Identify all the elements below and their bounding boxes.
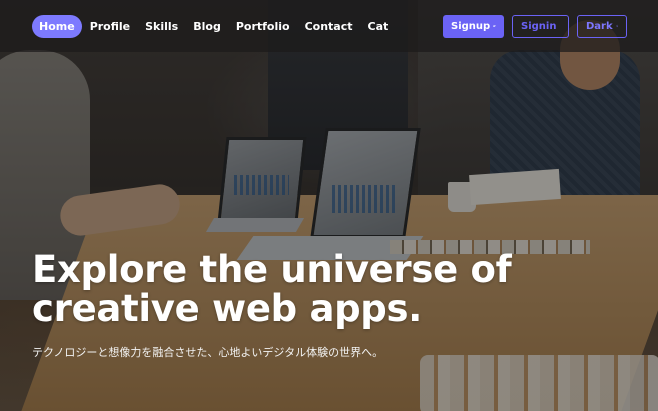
nav-item-home[interactable]: Home [32,14,82,38]
sign-in-icon [559,25,560,27]
nav-item-portfolio[interactable]: Portfolio [229,15,297,38]
nav-item-contact[interactable]: Contact [298,15,360,38]
nav-item-blog[interactable]: Blog [186,15,228,38]
signup-label: Signup [451,20,491,32]
moon-icon [615,24,618,27]
user-plus-icon [493,24,496,28]
nav-links: Home Profile Skills Blog Portfolio Conta… [32,14,396,38]
navbar: Home Profile Skills Blog Portfolio Conta… [0,0,658,52]
signin-button[interactable]: Signin [512,14,569,38]
signin-label: Signin [521,20,557,32]
dark-mode-button[interactable]: Dark [577,14,627,38]
hero-title: Explore the universe of creative web app… [32,248,512,330]
nav-item-skills[interactable]: Skills [138,15,185,38]
nav-item-profile[interactable]: Profile [83,15,137,38]
nav-item-cat[interactable]: Cat [361,15,396,38]
signup-button[interactable]: Signup [443,14,504,38]
nav-actions: Signup Signin Dark [443,14,627,38]
dark-mode-label: Dark [586,20,613,32]
hero-section: Home Profile Skills Blog Portfolio Conta… [0,0,658,411]
hero-subtitle: テクノロジーと想像力を融合させた、心地よいデジタル体験の世界へ。 [32,346,384,359]
